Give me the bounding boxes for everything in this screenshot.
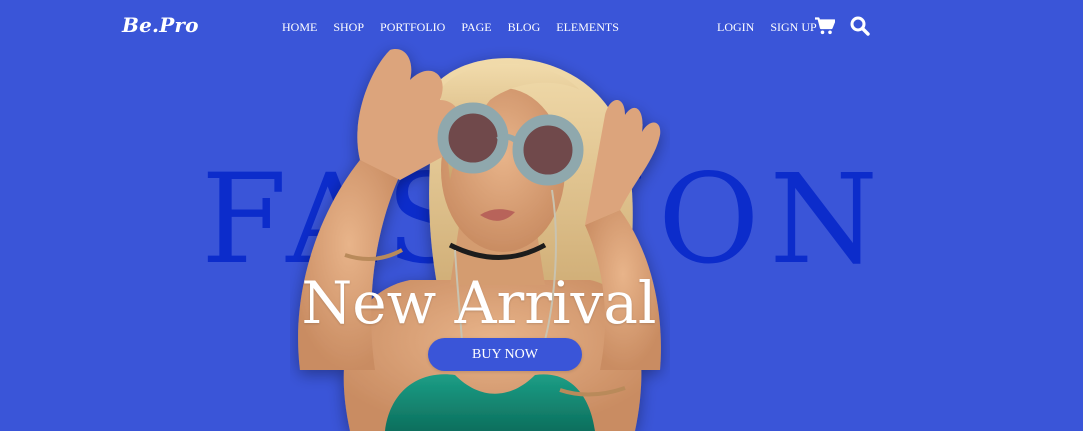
nav-item-shop[interactable]: SHOP (333, 20, 364, 34)
cart-icon[interactable] (815, 17, 835, 35)
nav-item-home[interactable]: HOME (282, 20, 317, 34)
search-icon[interactable] (850, 16, 870, 36)
signup-link[interactable]: SIGN UP (770, 20, 816, 34)
model-image (298, 49, 661, 431)
hero-section: FASHION (0, 0, 1083, 431)
nav-item-portfolio[interactable]: PORTFOLIO (380, 20, 445, 34)
logo[interactable]: Be.Pro (122, 13, 199, 37)
main-nav: HOME SHOP PORTFOLIO PAGE BLOG ELEMENTS (282, 20, 619, 34)
login-link[interactable]: LOGIN (717, 20, 754, 34)
buy-now-button[interactable]: BUY NOW (428, 338, 582, 371)
nav-item-elements[interactable]: ELEMENTS (556, 20, 619, 34)
nav-item-blog[interactable]: BLOG (508, 20, 541, 34)
hero-headline: New Arrival (301, 269, 657, 337)
nav-item-page[interactable]: PAGE (461, 20, 491, 34)
auth-links: LOGIN SIGN UP (717, 20, 817, 34)
